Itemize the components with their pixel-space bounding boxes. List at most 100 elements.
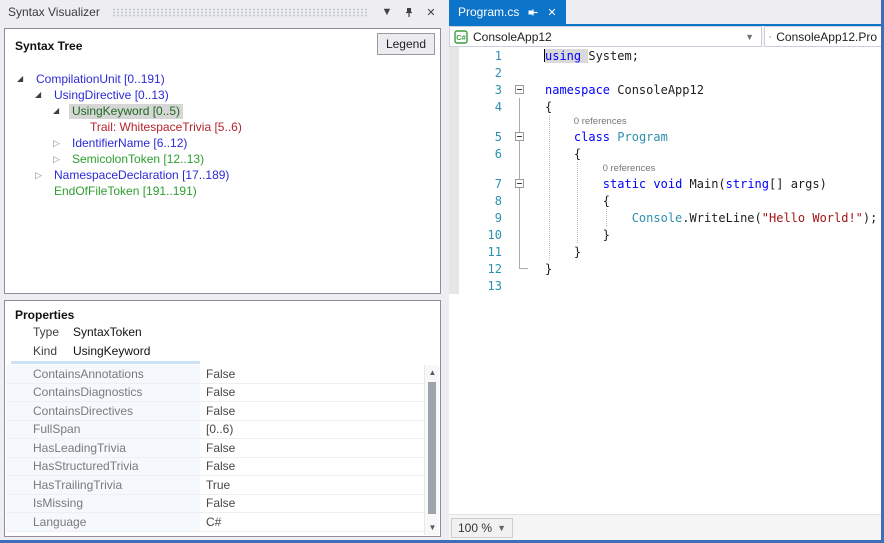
properties-scrollbar[interactable]: ▲ ▼ <box>424 365 439 535</box>
property-row[interactable]: ContainsDirectivesFalse <box>6 402 424 421</box>
line-number[interactable]: 13 <box>459 279 507 293</box>
indicator-margin <box>449 192 459 209</box>
codelens-references[interactable]: 0 references <box>531 163 655 174</box>
code-editor[interactable]: 1using System;23namespace ConsoleApp124{… <box>449 47 881 514</box>
property-row[interactable]: FullSpan[0..6) <box>6 421 424 440</box>
tree-node[interactable]: ▷SemicolonToken [12..13) <box>5 151 440 167</box>
code-line[interactable]: 8 { <box>449 192 881 209</box>
code-line[interactable]: 9 Console.WriteLine("Hello World!"); <box>449 209 881 226</box>
line-number[interactable]: 5 <box>459 130 507 144</box>
indicator-margin <box>449 81 459 98</box>
code-line-text[interactable]: { <box>531 100 552 114</box>
tree-node[interactable]: Trail: WhitespaceTrivia [5..6) <box>5 119 440 135</box>
chevron-down-icon[interactable]: ▼ <box>745 32 754 42</box>
code-line[interactable]: 2 <box>449 64 881 81</box>
tree-node[interactable]: EndOfFileToken [191..191) <box>5 183 440 199</box>
scroll-up-icon[interactable]: ▲ <box>425 365 440 380</box>
code-line-text[interactable]: } <box>531 245 581 259</box>
code-line[interactable]: 13 <box>449 277 881 294</box>
close-icon[interactable]: ✕ <box>423 4 439 20</box>
tab-program-cs[interactable]: Program.cs ✕ <box>449 0 566 24</box>
toolwindow-title: Syntax Visualizer <box>8 5 100 19</box>
expand-icon[interactable]: ▷ <box>35 167 51 183</box>
tree-node[interactable]: ▷NamespaceDeclaration [17..189) <box>5 167 440 183</box>
code-line[interactable]: 11 } <box>449 243 881 260</box>
code-line[interactable]: 12} <box>449 260 881 277</box>
line-number[interactable]: 7 <box>459 177 507 191</box>
window-position-menu-icon[interactable]: ▼ <box>379 4 395 20</box>
property-row[interactable]: IsMissingFalse <box>6 495 424 514</box>
line-number[interactable]: 4 <box>459 100 507 114</box>
pin-icon[interactable] <box>401 4 417 20</box>
scrollbar-thumb[interactable] <box>428 382 436 514</box>
line-number[interactable]: 2 <box>459 66 507 80</box>
code-line[interactable]: 4{ <box>449 98 881 115</box>
codelens-references[interactable]: 0 references <box>531 116 627 127</box>
property-grid: ContainsAnnotationsFalseContainsDiagnost… <box>6 365 424 535</box>
project-dropdown[interactable]: C# ConsoleApp12 ▼ <box>449 26 762 47</box>
code-token: } <box>545 262 552 276</box>
line-number[interactable]: 11 <box>459 245 507 259</box>
expand-icon[interactable]: ▷ <box>53 135 69 151</box>
close-tab-icon[interactable]: ✕ <box>547 6 556 19</box>
collapse-region-icon[interactable] <box>515 85 524 94</box>
legend-button[interactable]: Legend <box>377 33 435 55</box>
code-line-text[interactable]: static void Main(string[] args) <box>531 177 827 191</box>
property-row[interactable]: LanguageC# <box>6 513 424 532</box>
code-token <box>545 211 632 225</box>
chevron-down-icon[interactable]: ▼ <box>497 523 506 533</box>
navigation-bar: C# ConsoleApp12 ▼ ConsoleApp12.Pro <box>449 26 881 47</box>
code-line[interactable]: 6 { <box>449 145 881 162</box>
collapse-icon[interactable]: ◢ <box>17 71 33 87</box>
code-line[interactable]: 3 namespace ConsoleApp12 <box>449 81 881 98</box>
expand-icon[interactable]: ▷ <box>53 151 69 167</box>
tree-node[interactable]: ◢CompilationUnit [0..191) <box>5 71 440 87</box>
svg-text:C#: C# <box>456 33 466 42</box>
collapse-icon[interactable]: ◢ <box>35 87 51 103</box>
code-line-text[interactable]: using System; <box>531 49 639 63</box>
code-line[interactable]: 5 class Program <box>449 128 881 145</box>
code-token: "Hello World!" <box>762 211 863 225</box>
code-line[interactable]: 10 } <box>449 226 881 243</box>
property-row[interactable]: HasTrailingTriviaTrue <box>6 476 424 495</box>
code-line-text[interactable]: { <box>531 194 610 208</box>
line-number[interactable]: 6 <box>459 147 507 161</box>
editor-zoom-dropdown[interactable]: 100 % ▼ <box>451 518 513 538</box>
indicator-margin <box>449 226 459 243</box>
scroll-down-icon[interactable]: ▼ <box>425 520 440 535</box>
tree-node[interactable]: ◢UsingKeyword [0..5) <box>5 103 440 119</box>
property-name: HasLeadingTrivia <box>6 439 200 457</box>
pin-tab-icon[interactable] <box>528 7 539 17</box>
property-row[interactable]: HasLeadingTriviaFalse <box>6 439 424 458</box>
line-number[interactable]: 9 <box>459 211 507 225</box>
code-line-text[interactable]: } <box>531 262 552 276</box>
collapse-icon[interactable]: ◢ <box>53 103 69 119</box>
code-token: class <box>574 130 610 144</box>
tree-node[interactable]: ◢UsingDirective [0..13) <box>5 87 440 103</box>
line-number[interactable]: 3 <box>459 83 507 97</box>
line-number[interactable]: 1 <box>459 49 507 63</box>
codelens-row: 0 references <box>449 115 881 128</box>
property-row[interactable]: ContainsDiagnosticsFalse <box>6 384 424 403</box>
titlebar-drag-grip[interactable] <box>112 8 367 17</box>
code-line-text[interactable]: namespace ConsoleApp12 <box>531 83 704 97</box>
editor-pane: Program.cs ✕ C# ConsoleApp12 ▼ <box>449 0 881 540</box>
property-row[interactable]: ContainsAnnotationsFalse <box>6 365 424 384</box>
line-number[interactable]: 12 <box>459 262 507 276</box>
indicator-margin <box>449 115 459 128</box>
code-line-text[interactable]: } <box>531 228 610 242</box>
type-dropdown[interactable]: ConsoleApp12.Pro <box>764 26 881 47</box>
code-token: Console <box>632 211 683 225</box>
code-line-text[interactable]: class Program <box>531 130 668 144</box>
line-number[interactable]: 8 <box>459 194 507 208</box>
collapse-region-icon[interactable] <box>515 132 524 141</box>
code-line-text[interactable]: Console.WriteLine("Hello World!"); <box>531 211 877 225</box>
collapse-region-icon[interactable] <box>515 179 524 188</box>
code-line[interactable]: 1 using System; <box>449 47 881 64</box>
property-row[interactable]: HasStructuredTriviaFalse <box>6 458 424 477</box>
code-line-text[interactable]: { <box>531 147 581 161</box>
code-line[interactable]: 7 static void Main(string[] args) <box>449 175 881 192</box>
line-number[interactable]: 10 <box>459 228 507 242</box>
code-token: static <box>603 177 646 191</box>
tree-node[interactable]: ▷IdentifierName [6..12) <box>5 135 440 151</box>
